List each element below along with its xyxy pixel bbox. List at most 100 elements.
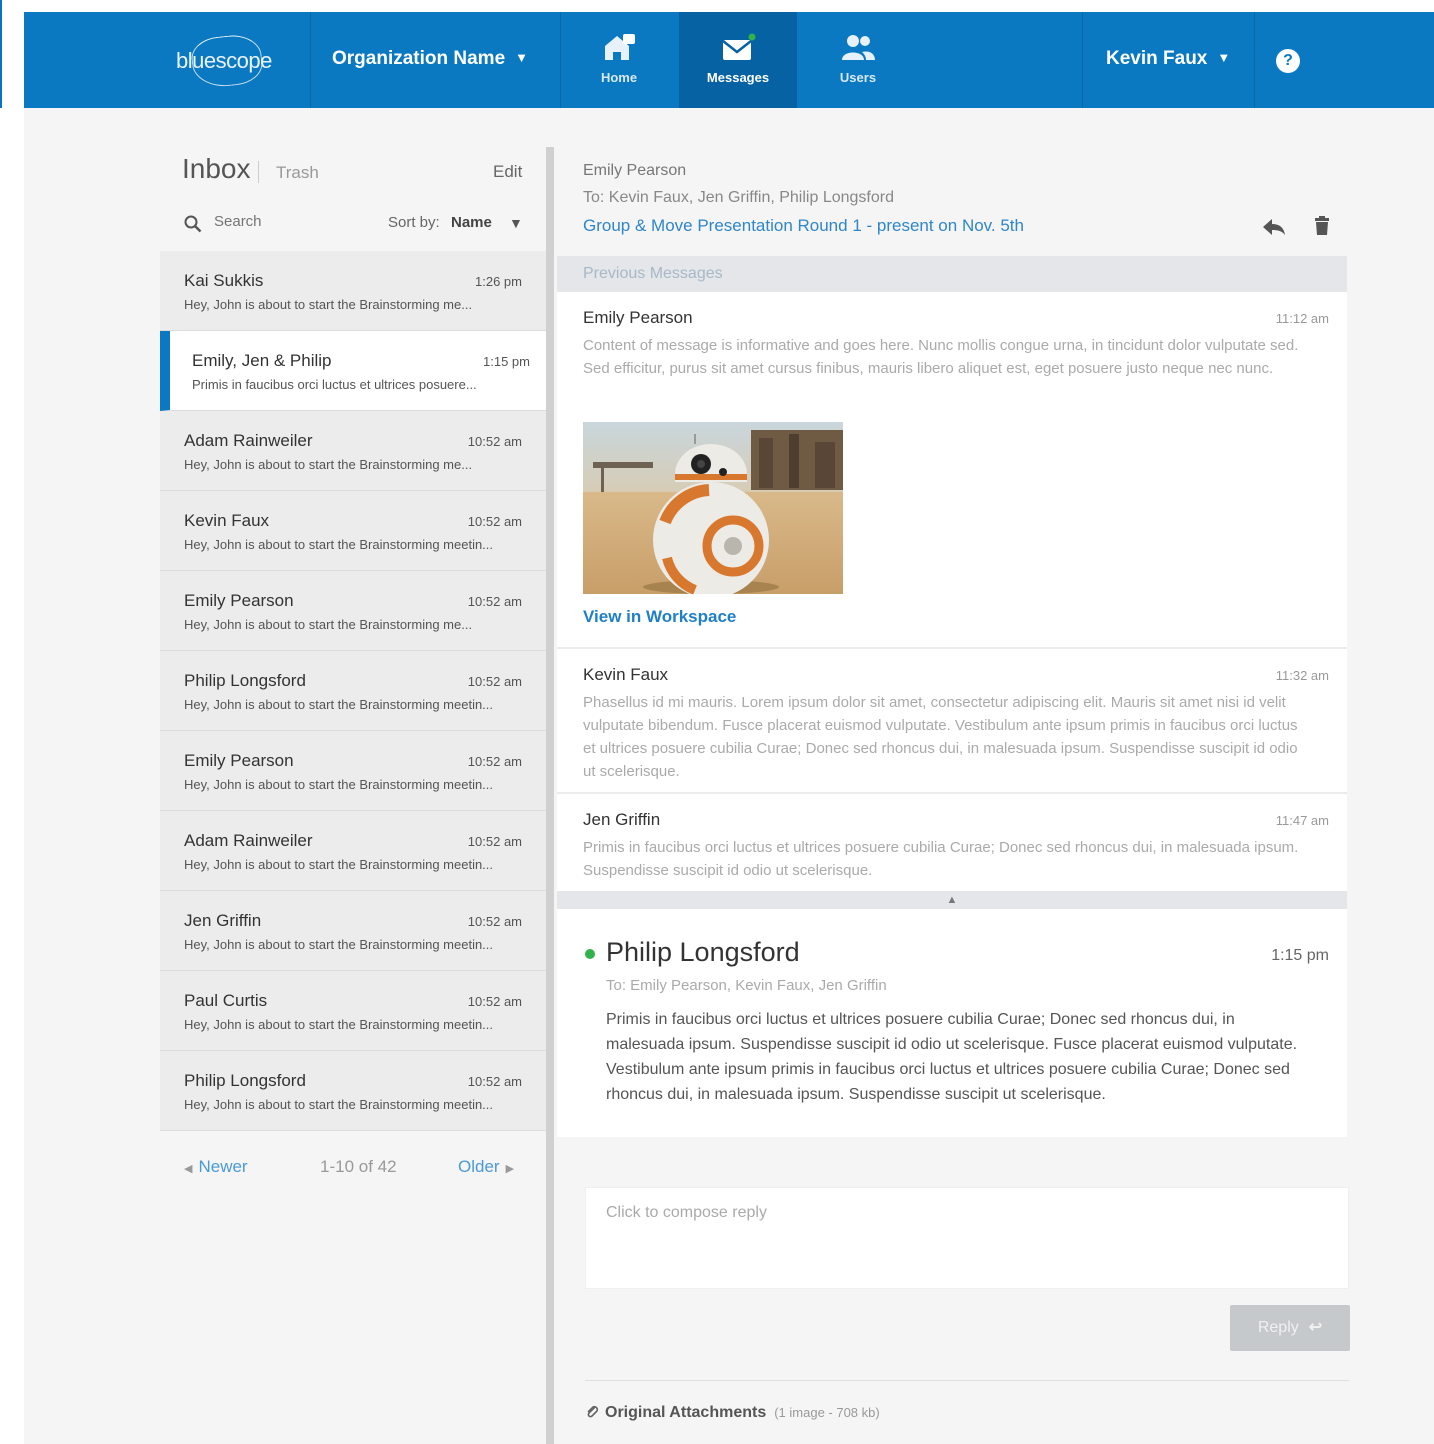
list-item-preview: Hey, John is about to start the Brainsto… bbox=[184, 777, 494, 792]
latest-body: Primis in faucibus orci luctus et ultric… bbox=[606, 1011, 1298, 1103]
compose-reply-input[interactable] bbox=[586, 1188, 1348, 1288]
conversation-subject[interactable]: Group & Move Presentation Round 1 - pres… bbox=[583, 216, 1024, 236]
nav-home-label: Home bbox=[600, 70, 638, 85]
list-item[interactable]: Philip Longsford 10:52 am Hey, John is abo… bbox=[160, 651, 546, 731]
nav-home[interactable]: Home bbox=[560, 12, 678, 108]
list-item[interactable]: Emily Pearson 10:52 am Hey, John is about … bbox=[160, 571, 546, 651]
newer-label: Newer bbox=[198, 1157, 248, 1176]
collapse-thread-bar[interactable]: ▲ bbox=[557, 891, 1347, 909]
original-attachments[interactable]: Original Attachments (1 image - 708 kb) bbox=[585, 1404, 880, 1422]
reply-button-label: Reply bbox=[1257, 1319, 1299, 1336]
search-icon bbox=[184, 215, 202, 233]
page-count: 1-10 of 42 bbox=[320, 1157, 397, 1176]
thread-time: 11:32 am bbox=[1275, 668, 1329, 683]
tab-trash[interactable]: Trash bbox=[276, 163, 319, 183]
list-item[interactable]: Philip Longsford 10:52 am Hey, John is abo… bbox=[160, 1051, 546, 1131]
previous-messages-label: Previous Messages bbox=[583, 265, 723, 282]
window-edge bbox=[0, 0, 2, 108]
reply-icon[interactable] bbox=[1262, 217, 1286, 237]
conversation-recipients: To: Kevin Faux, Jen Griffin, Philip Long… bbox=[583, 189, 894, 206]
top-nav-bar: bluescope Organization Name ▼ Home Messa… bbox=[24, 12, 1434, 108]
list-item-time: 1:26 pm bbox=[475, 274, 522, 289]
user-menu-dropdown[interactable]: Kevin Faux ▼ bbox=[1106, 48, 1230, 70]
thread-body: Primis in faucibus orci luctus et ultric… bbox=[583, 839, 1299, 879]
list-item[interactable]: Adam Rainweiler 10:52 am Hey, John is abou… bbox=[160, 811, 546, 891]
home-icon bbox=[601, 32, 637, 64]
list-item-sender: Philip Longsford bbox=[184, 671, 306, 690]
list-item[interactable]: Kevin Faux 10:52 am Hey, John is about to … bbox=[160, 491, 546, 571]
list-item[interactable]: Kai Sukkis 1:26 pm Hey, John is about to s… bbox=[160, 251, 546, 331]
list-item[interactable]: Emily, Jen & Philip 1:15 pm Primis in fauc… bbox=[160, 331, 554, 411]
list-item-time: 10:52 am bbox=[467, 434, 522, 449]
list-item-sender: Emily Pearson bbox=[184, 591, 294, 610]
list-item-preview: Hey, John is about to start the Brainsto… bbox=[184, 1017, 494, 1032]
conversation-from: Emily Pearson bbox=[583, 162, 687, 179]
list-item-preview: Hey, John is about to start the Brainsto… bbox=[184, 297, 473, 312]
app-window: bluescope Organization Name ▼ Home Messa… bbox=[24, 12, 1434, 1444]
thread-body: Content of message is informative and go… bbox=[583, 337, 1299, 377]
list-item-time: 10:52 am bbox=[467, 594, 522, 609]
list-item-sender: Paul Curtis bbox=[184, 991, 268, 1010]
thread-time: 11:12 am bbox=[1275, 311, 1329, 326]
attachments-meta: (1 image - 708 kb) bbox=[774, 1405, 880, 1420]
pagination: ◀ Newer 1-10 of 42 Older ▶ bbox=[160, 1157, 546, 1187]
edit-button[interactable]: Edit bbox=[493, 162, 522, 182]
list-item-time: 10:52 am bbox=[467, 994, 522, 1009]
list-item[interactable]: Adam Rainweiler 10:52 am Hey, John is abou… bbox=[160, 411, 546, 491]
list-item-preview: Hey, John is about to start the Brainsto… bbox=[184, 617, 473, 632]
previous-messages-bar[interactable]: Previous Messages bbox=[557, 256, 1347, 292]
older-label: Older bbox=[458, 1157, 500, 1176]
organization-name: Organization Name bbox=[332, 48, 506, 69]
tab-inbox[interactable]: Inbox bbox=[182, 153, 251, 185]
latest-sender: Philip Longsford bbox=[606, 937, 800, 967]
list-item-time: 10:52 am bbox=[467, 1074, 522, 1089]
search-input[interactable] bbox=[214, 213, 354, 230]
thread-body: Phasellus id mi mauris. Lorem ipsum dolo… bbox=[583, 694, 1298, 780]
nav-messages-label: Messages bbox=[706, 70, 770, 85]
thread-message: Jen Griffin 11:47 am Primis in faucibus … bbox=[557, 794, 1347, 891]
list-item-sender: Adam Rainweiler bbox=[184, 831, 313, 850]
nav-divider bbox=[310, 12, 311, 108]
list-item[interactable]: Jen Griffin 10:52 am Hey, John is about to… bbox=[160, 891, 546, 971]
envelope-icon bbox=[720, 32, 756, 64]
list-item-sender: Jen Griffin bbox=[184, 911, 262, 930]
trash-icon[interactable] bbox=[1314, 216, 1330, 236]
sort-select[interactable]: Name bbox=[451, 214, 492, 231]
column-divider[interactable] bbox=[546, 147, 554, 1444]
latest-time: 1:15 pm bbox=[1271, 947, 1329, 964]
help-icon[interactable]: ? bbox=[1276, 49, 1300, 73]
arrow-right-icon: ▶ bbox=[505, 1163, 515, 1175]
organization-dropdown[interactable]: Organization Name ▼ bbox=[332, 48, 528, 70]
user-name: Kevin Faux bbox=[1106, 48, 1208, 69]
list-item[interactable]: Emily Pearson 10:52 am Hey, John is about … bbox=[160, 731, 546, 811]
tab-divider bbox=[258, 161, 259, 183]
list-item[interactable]: Paul Curtis 10:52 am Hey, John is about to… bbox=[160, 971, 546, 1051]
nav-messages[interactable]: Messages bbox=[679, 12, 797, 108]
thread-sender: Jen Griffin bbox=[583, 810, 661, 829]
logo-text: bluescope bbox=[176, 48, 272, 73]
arrow-left-icon: ◀ bbox=[184, 1163, 193, 1175]
paperclip-icon bbox=[585, 1404, 599, 1418]
bluescope-logo[interactable]: bluescope bbox=[164, 32, 294, 90]
older-page-link[interactable]: Older ▶ bbox=[458, 1157, 514, 1177]
nav-divider bbox=[1254, 12, 1255, 108]
message-list: Kai Sukkis 1:26 pm Hey, John is about to s… bbox=[160, 251, 554, 1131]
attached-image-thumbnail[interactable] bbox=[583, 422, 843, 594]
latest-message: Philip Longsford 1:15 pm To: Emily Pears… bbox=[557, 909, 1347, 1137]
chevron-down-icon[interactable]: ▼ bbox=[509, 215, 523, 231]
attachments-divider bbox=[585, 1380, 1349, 1381]
online-status-dot bbox=[585, 949, 595, 959]
thread-message: Emily Pearson 11:12 am Content of messag… bbox=[557, 292, 1347, 649]
nav-users[interactable]: Users bbox=[799, 12, 917, 108]
list-item-sender: Emily Pearson bbox=[184, 751, 294, 770]
nav-divider bbox=[1082, 12, 1083, 108]
thread-sender: Kevin Faux bbox=[583, 665, 669, 684]
reply-button[interactable]: Reply ↩ bbox=[1230, 1305, 1350, 1351]
newer-page-link[interactable]: ◀ Newer bbox=[184, 1157, 248, 1177]
chevron-down-icon: ▼ bbox=[1217, 50, 1231, 65]
nav-users-label: Users bbox=[839, 70, 877, 85]
reply-arrow-icon: ↩ bbox=[1308, 1319, 1323, 1336]
message-thread: Emily Pearson 11:12 am Content of messag… bbox=[557, 292, 1347, 1137]
compose-reply-box[interactable] bbox=[585, 1187, 1349, 1289]
view-in-workspace-link[interactable]: View in Workspace bbox=[583, 607, 736, 627]
